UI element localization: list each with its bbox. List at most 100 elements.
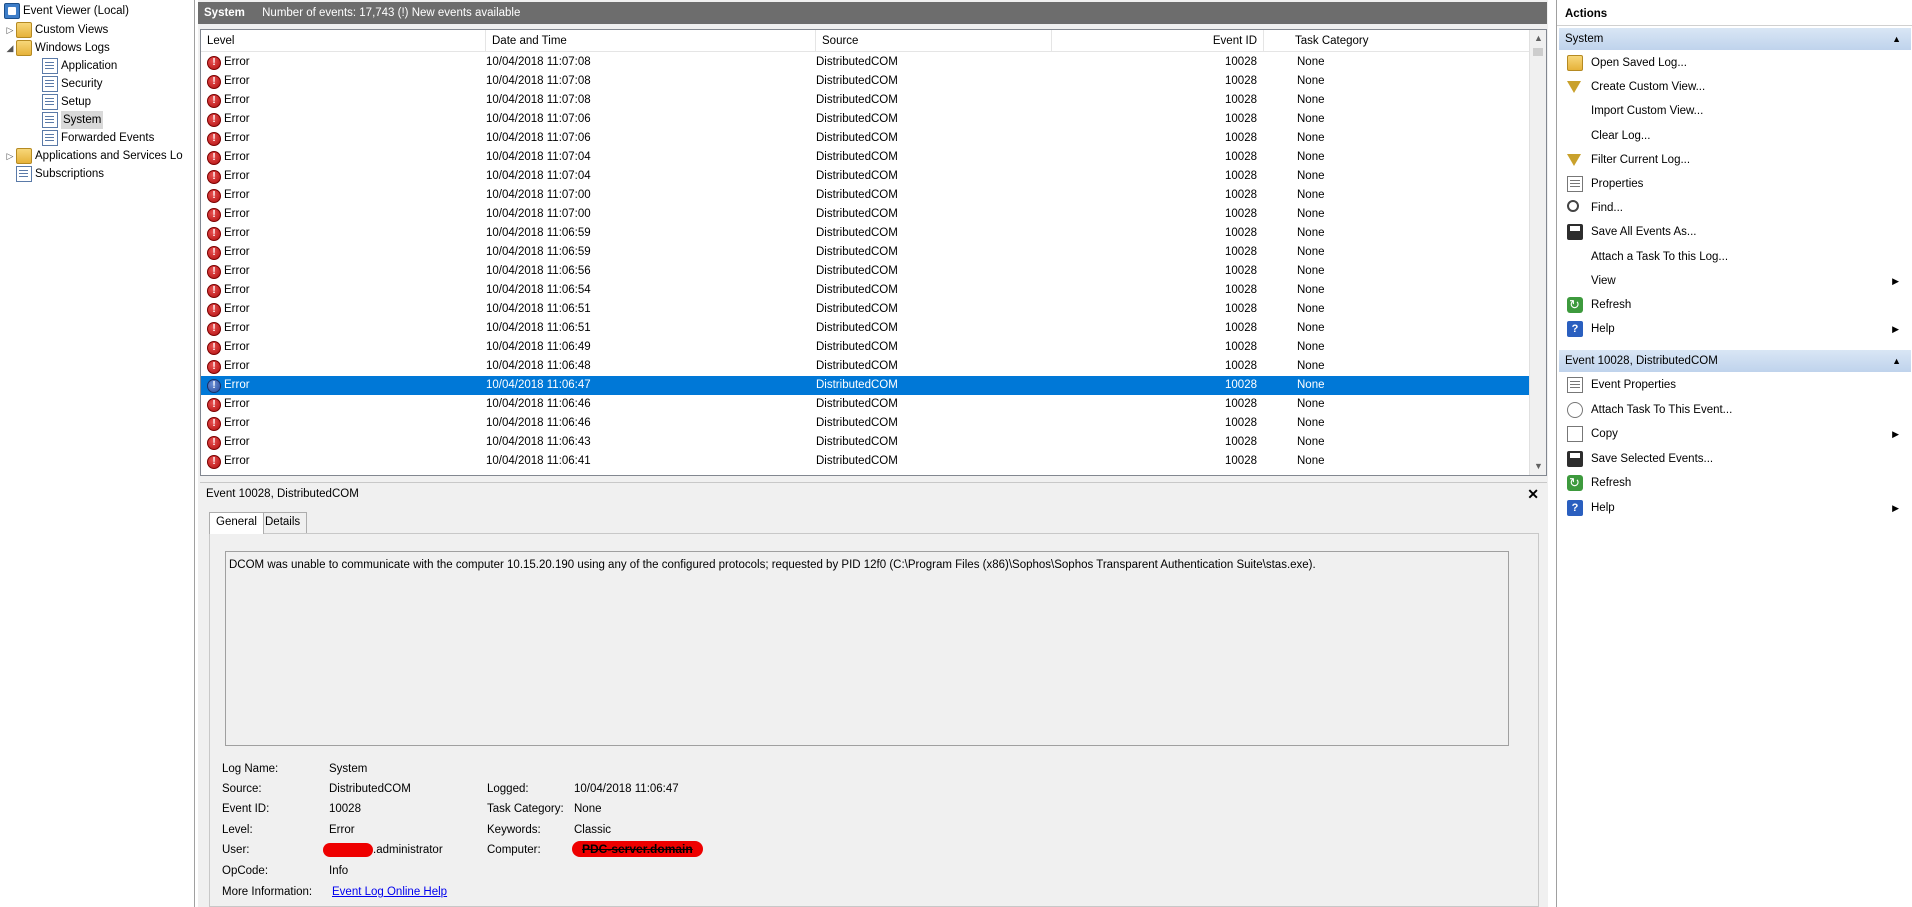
tab-general[interactable]: General	[209, 512, 264, 534]
task-category-cell: None	[1297, 341, 1325, 353]
table-row[interactable]: ! Error 10/04/2018 11:06:43 DistributedCOM 1…	[201, 433, 1529, 452]
level-cell: ! Error	[207, 281, 250, 300]
folder-icon	[16, 22, 32, 38]
date-cell: 10/04/2018 11:07:06	[486, 132, 591, 144]
table-row[interactable]: ! Error 10/04/2018 11:06:41 DistributedCOM 1…	[201, 452, 1529, 471]
action-save-all-events-as[interactable]: Save All Events As...	[1557, 220, 1912, 244]
table-row[interactable]: ! Error 10/04/2018 11:06:51 DistributedCOM 1…	[201, 300, 1529, 319]
properties-icon	[1567, 176, 1583, 192]
tree-item-security[interactable]: Security	[42, 75, 103, 93]
task-category-cell: None	[1297, 189, 1325, 201]
save-icon	[1567, 224, 1583, 241]
action-filter-current-log[interactable]: Filter Current Log...	[1557, 148, 1912, 172]
log-title: System	[204, 7, 245, 19]
collapse-arrow-icon[interactable]: ◢	[4, 39, 16, 57]
action-attach-task-to-this-event[interactable]: Attach Task To This Event...	[1557, 398, 1912, 422]
error-icon: !	[207, 55, 221, 70]
action-help[interactable]: ? Help ▶	[1557, 317, 1912, 341]
column-date[interactable]: Date and Time	[486, 30, 816, 52]
grid-rows: ! Error 10/04/2018 11:07:08 DistributedCOM 1…	[201, 53, 1529, 471]
action-properties[interactable]: Properties	[1557, 172, 1912, 196]
tree-item-system[interactable]: System	[42, 111, 104, 129]
expand-arrow-icon[interactable]: ▷	[4, 147, 16, 165]
save-icon	[1567, 450, 1583, 467]
collapse-icon[interactable]: ▲	[1892, 350, 1901, 372]
events-grid[interactable]: Level Date and Time Source Event ID Task…	[200, 29, 1547, 476]
submenu-arrow-icon: ▶	[1892, 324, 1899, 335]
table-row[interactable]: ! Error 10/04/2018 11:06:47 DistributedCOM 1…	[201, 376, 1529, 395]
table-row[interactable]: ! Error 10/04/2018 11:06:59 DistributedCOM 1…	[201, 243, 1529, 262]
table-row[interactable]: ! Error 10/04/2018 11:07:04 DistributedCOM 1…	[201, 167, 1529, 186]
action-open-saved-log[interactable]: Open Saved Log...	[1557, 51, 1912, 75]
source-cell: DistributedCOM	[816, 75, 898, 87]
table-row[interactable]: ! Error 10/04/2018 11:07:08 DistributedCOM 1…	[201, 53, 1529, 72]
column-source[interactable]: Source	[816, 30, 1052, 52]
table-row[interactable]: ! Error 10/04/2018 11:07:00 DistributedCOM 1…	[201, 205, 1529, 224]
date-cell: 10/04/2018 11:06:43	[486, 436, 591, 448]
action-clear-log[interactable]: Clear Log...	[1557, 124, 1912, 148]
help-icon: ?	[1567, 500, 1583, 516]
scroll-down-icon[interactable]: ▼	[1530, 458, 1546, 475]
date-cell: 10/04/2018 11:07:06	[486, 113, 591, 125]
action-refresh[interactable]: Refresh	[1557, 471, 1912, 495]
tree-item-application[interactable]: Application	[42, 57, 117, 75]
level-cell: ! Error	[207, 205, 250, 224]
table-row[interactable]: ! Error 10/04/2018 11:06:59 DistributedCOM 1…	[201, 224, 1529, 243]
tab-details[interactable]: Details	[258, 512, 308, 533]
column-task-category[interactable]: Task Category	[1289, 30, 1529, 52]
action-find[interactable]: Find...	[1557, 196, 1912, 220]
table-row[interactable]: ! Error 10/04/2018 11:07:08 DistributedCOM 1…	[201, 72, 1529, 91]
close-icon[interactable]: ✕	[1527, 483, 1539, 505]
table-row[interactable]: ! Error 10/04/2018 11:06:46 DistributedCOM 1…	[201, 414, 1529, 433]
action-help[interactable]: ? Help ▶	[1557, 496, 1912, 520]
date-cell: 10/04/2018 11:06:47	[486, 379, 591, 391]
source-cell: DistributedCOM	[816, 436, 898, 448]
task-category-cell: None	[1297, 132, 1325, 144]
column-level[interactable]: Level	[201, 30, 486, 52]
table-row[interactable]: ! Error 10/04/2018 11:07:06 DistributedCOM 1…	[201, 129, 1529, 148]
source-cell: DistributedCOM	[816, 246, 898, 258]
table-row[interactable]: ! Error 10/04/2018 11:06:49 DistributedCOM 1…	[201, 338, 1529, 357]
scroll-up-icon[interactable]: ▲	[1530, 30, 1546, 47]
tree-item-apps-services[interactable]: ▷ Applications and Services Lo	[4, 147, 183, 165]
task-category-cell: None	[1297, 170, 1325, 182]
log-icon	[42, 76, 58, 92]
action-copy[interactable]: Copy ▶	[1557, 422, 1912, 446]
table-row[interactable]: ! Error 10/04/2018 11:06:54 DistributedCOM 1…	[201, 281, 1529, 300]
date-cell: 10/04/2018 11:06:59	[486, 227, 591, 239]
section-system[interactable]: System ▲	[1559, 28, 1911, 50]
tree-item-forwarded-events[interactable]: Forwarded Events	[42, 129, 154, 147]
log-icon	[42, 112, 58, 128]
action-import-custom-view[interactable]: Import Custom View...	[1557, 99, 1912, 123]
scroll-thumb[interactable]	[1533, 48, 1543, 56]
action-save-selected-events[interactable]: Save Selected Events...	[1557, 447, 1912, 471]
error-icon: !	[207, 397, 221, 412]
table-row[interactable]: ! Error 10/04/2018 11:07:00 DistributedCOM 1…	[201, 186, 1529, 205]
action-attach-a-task-to-this-log[interactable]: Attach a Task To this Log...	[1557, 245, 1912, 269]
expand-arrow-icon[interactable]: ▷	[4, 21, 16, 39]
table-row[interactable]: ! Error 10/04/2018 11:06:48 DistributedCOM 1…	[201, 357, 1529, 376]
tree-item-setup[interactable]: Setup	[42, 93, 91, 111]
table-row[interactable]: ! Error 10/04/2018 11:07:04 DistributedCOM 1…	[201, 148, 1529, 167]
collapse-icon[interactable]: ▲	[1892, 28, 1901, 50]
action-view[interactable]: View ▶	[1557, 269, 1912, 293]
action-refresh[interactable]: Refresh	[1557, 293, 1912, 317]
tree-item-windows-logs[interactable]: ◢ Windows Logs	[4, 39, 110, 57]
table-row[interactable]: ! Error 10/04/2018 11:07:06 DistributedCOM 1…	[201, 110, 1529, 129]
tree-item-root[interactable]: Event Viewer (Local)	[4, 2, 129, 20]
section-event[interactable]: Event 10028, DistributedCOM ▲	[1559, 350, 1911, 372]
tree-item-custom-views[interactable]: ▷ Custom Views	[4, 21, 108, 39]
table-row[interactable]: ! Error 10/04/2018 11:06:56 DistributedCOM 1…	[201, 262, 1529, 281]
vertical-scrollbar[interactable]: ▲ ▼	[1529, 30, 1546, 475]
action-create-custom-view[interactable]: Create Custom View...	[1557, 75, 1912, 99]
column-event-id[interactable]: Event ID	[1052, 30, 1264, 52]
event-log-online-help-link[interactable]: Event Log Online Help	[332, 884, 447, 900]
table-row[interactable]: ! Error 10/04/2018 11:06:51 DistributedCOM 1…	[201, 319, 1529, 338]
table-row[interactable]: ! Error 10/04/2018 11:06:46 DistributedCOM 1…	[201, 395, 1529, 414]
error-icon: !	[207, 245, 221, 260]
action-event-properties[interactable]: Event Properties	[1557, 373, 1912, 397]
source-cell: DistributedCOM	[816, 398, 898, 410]
table-row[interactable]: ! Error 10/04/2018 11:07:08 DistributedCOM 1…	[201, 91, 1529, 110]
value-logged: 10/04/2018 11:06:47	[574, 783, 679, 795]
tree-item-subscriptions[interactable]: Subscriptions	[16, 165, 104, 183]
